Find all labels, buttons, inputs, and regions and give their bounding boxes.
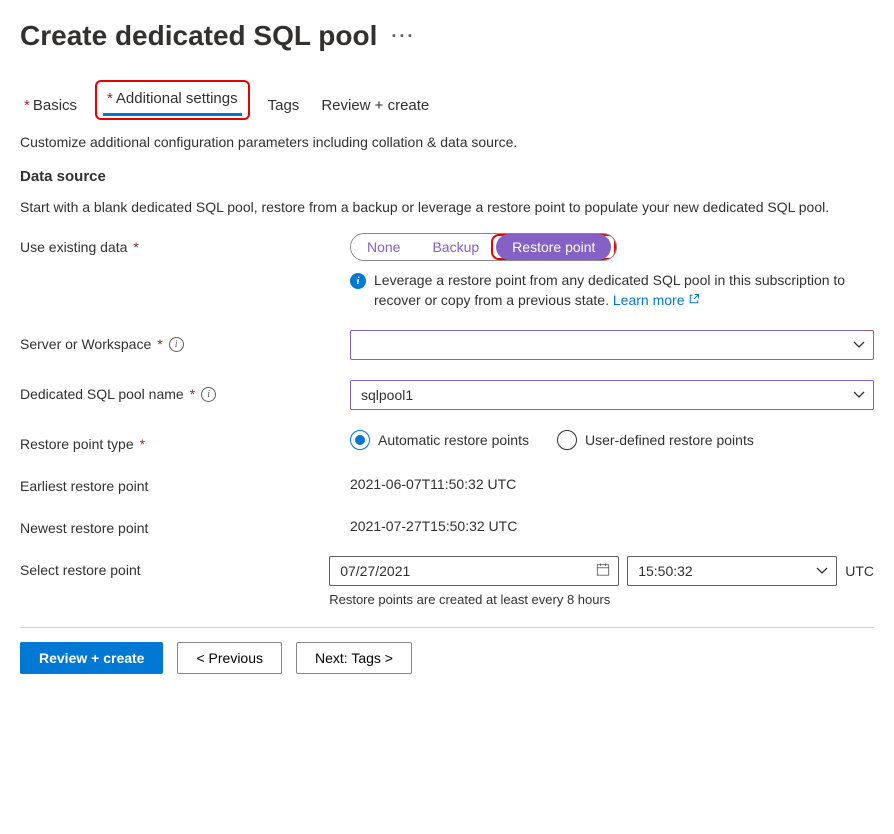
restore-point-helper: Restore points are created at least ever…	[329, 592, 874, 607]
label-earliest-restore-point: Earliest restore point	[20, 478, 148, 494]
chevron-down-icon	[853, 389, 865, 401]
sql-pool-name-select[interactable]: sqlpool1	[350, 380, 874, 410]
label-newest-restore-point: Newest restore point	[20, 520, 148, 536]
label-select-restore-point: Select restore point	[20, 562, 141, 578]
highlight-additional-settings-tab: * Additional settings	[95, 80, 250, 120]
learn-more-label: Learn more	[613, 292, 685, 308]
pill-restore-point[interactable]: Restore point	[496, 234, 611, 260]
calendar-icon	[596, 563, 610, 580]
learn-more-link[interactable]: Learn more	[613, 292, 700, 308]
tab-tags-label: Tags	[268, 97, 300, 114]
pill-none[interactable]: None	[351, 234, 416, 260]
tab-basics-label: Basics	[33, 97, 77, 114]
info-text-content: Leverage a restore point from any dedica…	[374, 272, 845, 308]
radio-automatic-label: Automatic restore points	[378, 432, 529, 448]
restore-point-time-value: 15:50:32	[638, 563, 693, 579]
label-use-existing-data: Use existing data	[20, 239, 127, 255]
data-source-description: Start with a blank dedicated SQL pool, r…	[20, 199, 874, 215]
radio-user-defined-restore-points[interactable]	[557, 430, 577, 450]
tooltip-icon[interactable]: i	[201, 387, 216, 402]
radio-user-defined-label: User-defined restore points	[585, 432, 754, 448]
newest-restore-point-value: 2021-07-27T15:50:32 UTC	[350, 518, 517, 534]
tab-review-create[interactable]: Review + create	[317, 91, 433, 120]
restore-point-date-value: 07/27/2021	[340, 563, 410, 579]
label-restore-point-type: Restore point type	[20, 436, 134, 452]
required-marker: *	[157, 336, 162, 352]
required-marker: *	[107, 90, 113, 107]
timezone-label: UTC	[845, 563, 874, 579]
chevron-down-icon	[816, 565, 828, 577]
required-marker: *	[133, 239, 138, 255]
server-or-workspace-select[interactable]	[350, 330, 874, 360]
tab-tags[interactable]: Tags	[264, 91, 304, 120]
intro-text: Customize additional configuration param…	[20, 134, 874, 150]
restore-point-info: Leverage a restore point from any dedica…	[374, 271, 874, 310]
tooltip-icon[interactable]: i	[169, 337, 184, 352]
restore-point-time-input[interactable]: 15:50:32	[627, 556, 837, 586]
external-link-icon	[688, 296, 700, 308]
page-title-text: Create dedicated SQL pool	[20, 20, 377, 52]
restore-point-date-input[interactable]: 07/27/2021	[329, 556, 619, 586]
tab-review-label: Review + create	[321, 97, 429, 114]
tab-additional-label: Additional settings	[116, 90, 238, 107]
info-icon: i	[350, 273, 366, 289]
label-server-or-workspace: Server or Workspace	[20, 336, 151, 352]
radio-automatic-restore-points[interactable]	[350, 430, 370, 450]
required-marker: *	[140, 436, 145, 452]
required-marker: *	[24, 97, 30, 114]
next-tags-button[interactable]: Next: Tags >	[296, 642, 412, 674]
pill-backup[interactable]: Backup	[416, 234, 495, 260]
highlight-restore-point-pill: Restore point	[491, 234, 616, 260]
footer: Review + create < Previous Next: Tags >	[20, 627, 874, 692]
chevron-down-icon	[853, 339, 865, 351]
label-sql-pool-name: Dedicated SQL pool name	[20, 386, 184, 402]
earliest-restore-point-value: 2021-06-07T11:50:32 UTC	[350, 476, 516, 492]
review-create-button[interactable]: Review + create	[20, 642, 163, 674]
sql-pool-name-value: sqlpool1	[361, 387, 413, 403]
section-data-source: Data source	[20, 168, 874, 185]
more-icon[interactable]: ···	[391, 26, 415, 47]
tab-basics[interactable]: * Basics	[20, 91, 81, 120]
required-marker: *	[190, 386, 195, 402]
previous-button[interactable]: < Previous	[177, 642, 282, 674]
page-title: Create dedicated SQL pool ···	[20, 20, 874, 52]
use-existing-data-toggle: None Backup Restore point	[350, 233, 617, 261]
tab-additional-settings[interactable]: * Additional settings	[103, 84, 242, 116]
tabs: * Basics * Additional settings Tags Revi…	[20, 80, 874, 120]
